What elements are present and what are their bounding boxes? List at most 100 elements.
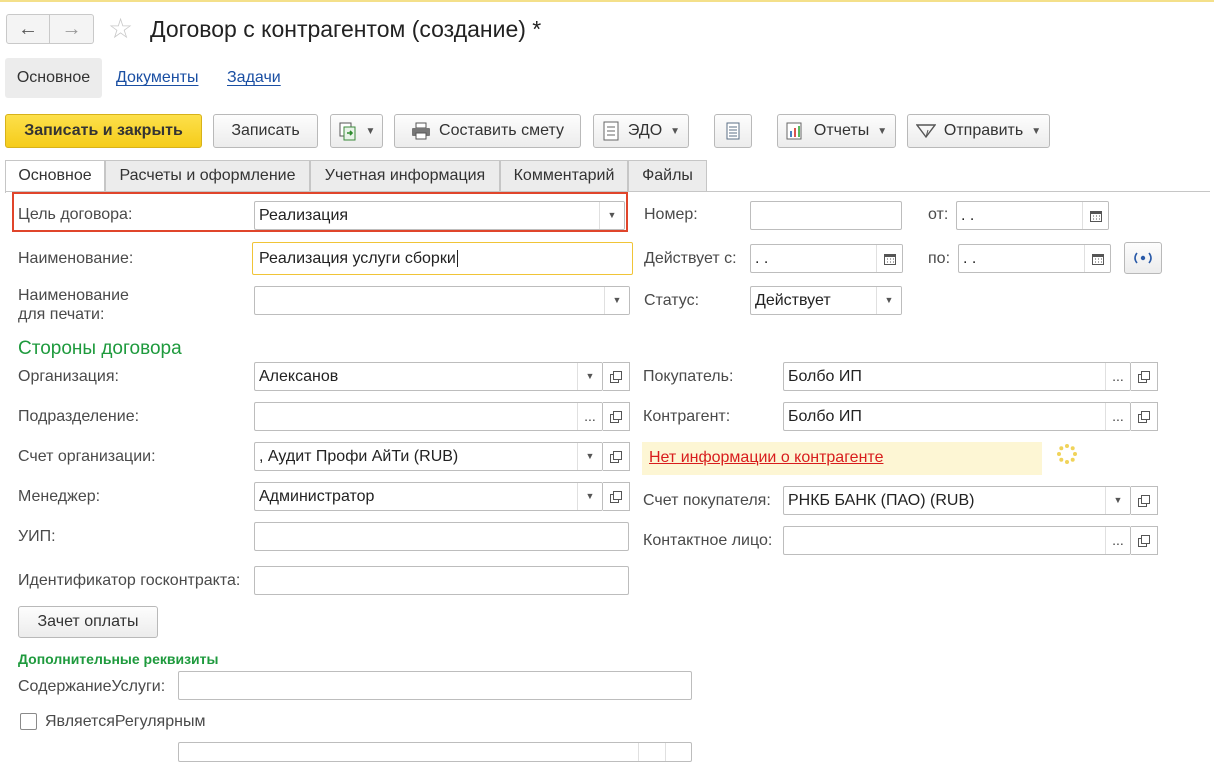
department-open-button[interactable]	[603, 402, 630, 431]
counterparty-choose-button[interactable]: ...	[1105, 403, 1130, 430]
cut-off-field[interactable]	[178, 742, 692, 762]
counterparty-open-button[interactable]	[1131, 402, 1158, 431]
status-select[interactable]: Действует ▼	[750, 286, 902, 315]
create-based-on-button[interactable]: ▼	[330, 114, 383, 148]
status-dropdown-button[interactable]: ▼	[876, 287, 901, 314]
send-button[interactable]: Отправить ▼	[907, 114, 1050, 148]
back-button[interactable]: ←	[6, 14, 50, 44]
contact-person-choose-button[interactable]: ...	[1105, 527, 1130, 554]
tab-accounting[interactable]: Учетная информация	[310, 160, 500, 192]
to-date-input[interactable]: . .	[958, 244, 1111, 273]
payment-offset-button[interactable]: Зачет оплаты	[18, 606, 158, 638]
organization-dropdown-button[interactable]: ▼	[577, 363, 602, 390]
service-content-label: СодержаниеУслуги:	[18, 678, 166, 695]
buyer-account-select[interactable]: РНКБ БАНК (ПАО) (RUB) ▼	[783, 486, 1131, 515]
manager-dropdown-button[interactable]: ▼	[577, 483, 602, 510]
service-content-input[interactable]	[178, 671, 692, 700]
name-input[interactable]: Реализация услуги сборки	[252, 242, 633, 275]
favorite-star-icon[interactable]: ☆	[108, 12, 133, 46]
contact-person-open-button[interactable]	[1131, 526, 1158, 555]
organization-label: Организация:	[18, 368, 119, 385]
counterparty-select[interactable]: Болбо ИП ...	[783, 402, 1131, 431]
manager-open-button[interactable]	[603, 482, 630, 511]
number-input[interactable]	[750, 201, 902, 230]
section-documents[interactable]: Документы	[116, 58, 198, 98]
calendar-icon[interactable]	[1082, 202, 1108, 229]
manager-select[interactable]: Администратор ▼	[254, 482, 603, 511]
is-regular-checkbox[interactable]	[20, 713, 37, 730]
status-label: Статус:	[644, 292, 700, 309]
organization-open-button[interactable]	[603, 362, 630, 391]
forward-button[interactable]: →	[50, 14, 94, 44]
printer-icon	[412, 122, 431, 140]
make-estimate-label: Составить смету	[439, 122, 564, 139]
chevron-down-icon: ▼	[607, 210, 617, 220]
open-icon	[1138, 494, 1150, 507]
buyer-account-open-button[interactable]	[1131, 486, 1158, 515]
from-date-value: . .	[961, 207, 975, 224]
open-icon	[1138, 534, 1150, 547]
buyer-open-button[interactable]	[1131, 362, 1158, 391]
purpose-select[interactable]: Реализация ▼	[254, 201, 625, 230]
department-choose-button[interactable]: ...	[577, 403, 602, 430]
tab-main[interactable]: Основное	[5, 160, 105, 193]
name-label: Наименование:	[18, 250, 134, 267]
section-tasks[interactable]: Задачи	[227, 58, 281, 98]
chevron-down-icon: ▼	[1031, 125, 1042, 137]
purpose-label: Цель договора:	[18, 206, 133, 223]
make-estimate-button[interactable]: Составить смету	[394, 114, 581, 148]
print-name-dropdown-button[interactable]: ▼	[604, 287, 629, 314]
purpose-dropdown-button[interactable]: ▼	[599, 202, 624, 229]
reports-label: Отчеты	[813, 122, 870, 139]
gov-contract-input[interactable]	[254, 566, 629, 595]
payment-offset-label: Зачет оплаты	[37, 613, 139, 630]
buyer-choose-button[interactable]: ...	[1105, 363, 1130, 390]
send-label: Отправить	[943, 122, 1024, 139]
arrow-left-icon: ←	[18, 17, 38, 40]
buyer-account-dropdown-button[interactable]: ▼	[1105, 487, 1130, 514]
open-icon	[610, 490, 622, 503]
chevron-down-icon: ▼	[670, 125, 681, 137]
open-icon	[610, 370, 622, 383]
valid-from-date-input[interactable]: . .	[750, 244, 903, 273]
list-view-button[interactable]	[714, 114, 752, 148]
period-button[interactable]	[1124, 242, 1162, 274]
department-label: Подразделение:	[18, 408, 140, 425]
org-account-select[interactable]: , Аудит Профи АйТи (RUB) ▼	[254, 442, 603, 471]
save-and-close-button[interactable]: Записать и закрыть	[5, 114, 202, 148]
org-account-dropdown-button[interactable]: ▼	[577, 443, 602, 470]
uip-input[interactable]	[254, 522, 629, 551]
section-main[interactable]: Основное	[5, 58, 102, 98]
department-select[interactable]: ...	[254, 402, 603, 431]
tab-files[interactable]: Файлы	[628, 160, 707, 192]
chevron-down-icon: ▼	[365, 125, 376, 137]
org-account-label: Счет организации:	[18, 448, 156, 465]
buyer-select[interactable]: Болбо ИП ...	[783, 362, 1131, 391]
organization-select[interactable]: Алексанов ▼	[254, 362, 603, 391]
ellipsis-icon: ...	[1112, 408, 1124, 424]
send-icon	[915, 124, 936, 139]
chevron-down-icon: ▼	[585, 491, 595, 501]
calendar-icon[interactable]	[1084, 245, 1110, 272]
status-value: Действует	[755, 292, 831, 309]
no-counterparty-info-link[interactable]: Нет информации о контрагенте	[649, 449, 883, 467]
contact-person-select[interactable]: ...	[783, 526, 1131, 555]
from-date-input[interactable]: . .	[956, 201, 1109, 230]
tab-payments[interactable]: Расчеты и оформление	[105, 160, 310, 192]
org-account-value: , Аудит Профи АйТи (RUB)	[259, 448, 459, 465]
print-name-select[interactable]: ▼	[254, 286, 630, 315]
tab-comment[interactable]: Комментарий	[500, 160, 628, 192]
extra-attributes-heading: Дополнительные реквизиты	[18, 651, 219, 667]
edo-button[interactable]: ЭДО ▼	[593, 114, 689, 148]
manager-label: Менеджер:	[18, 488, 101, 505]
text-cursor	[456, 250, 458, 267]
loading-spinner-icon	[1057, 444, 1077, 464]
is-regular-label: ЯвляетсяРегулярным	[45, 713, 206, 730]
org-account-open-button[interactable]	[603, 442, 630, 471]
calendar-icon[interactable]	[876, 245, 902, 272]
edo-label: ЭДО	[627, 122, 663, 139]
save-button[interactable]: Записать	[213, 114, 318, 148]
chevron-down-icon: ▼	[585, 451, 595, 461]
reports-button[interactable]: Отчеты ▼	[777, 114, 896, 148]
contact-person-label: Контактное лицо:	[643, 532, 773, 549]
